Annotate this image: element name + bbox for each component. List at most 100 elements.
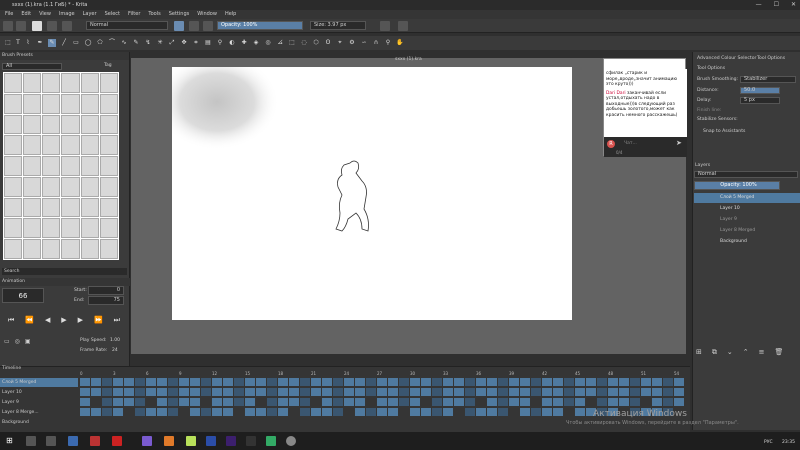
minimize-button[interactable]: — [756, 0, 762, 10]
measure-tool-icon[interactable]: ⦞ [276, 39, 284, 47]
dynamic-brush-icon[interactable]: ↯ [144, 39, 152, 47]
timeline-frame[interactable] [168, 378, 178, 386]
brush-preset-item[interactable] [99, 93, 118, 114]
reload-preset-icon[interactable] [203, 21, 213, 31]
send-icon[interactable]: ➤ [676, 139, 682, 147]
timeline-frame[interactable] [454, 378, 464, 386]
brush-preset-item[interactable] [42, 218, 61, 239]
timeline-frame[interactable] [575, 388, 585, 396]
timeline-frame[interactable] [333, 398, 343, 406]
timeline-row[interactable]: Слой 5 Merged [0, 378, 78, 387]
opacity-slider[interactable]: Opacity: 100% [217, 21, 303, 30]
gradient-icon[interactable] [47, 21, 57, 31]
tab-advanced-colour[interactable]: Advanced Colour Selector [697, 56, 756, 61]
brush-preset-item[interactable] [61, 93, 80, 114]
timeline-frame[interactable] [113, 378, 123, 386]
timeline-frame[interactable] [487, 408, 497, 416]
timeline-row[interactable]: Background [0, 418, 78, 427]
similar-select-icon[interactable]: ⚙ [348, 39, 356, 47]
app-icon[interactable] [246, 436, 256, 446]
timeline-frame[interactable] [498, 398, 508, 406]
timeline-frame[interactable] [300, 388, 310, 396]
timeline-frame[interactable] [674, 388, 684, 396]
timeline-frame[interactable] [608, 388, 618, 396]
krita-icon[interactable] [142, 436, 152, 446]
timeline-frame[interactable] [113, 388, 123, 396]
menu-layer[interactable]: Layer [83, 10, 97, 19]
fill-tool-icon[interactable]: ◈ [252, 39, 260, 47]
timeline-frame[interactable] [157, 398, 167, 406]
timeline-frame[interactable] [223, 378, 233, 386]
add-keyframe-icon[interactable]: ▭ [4, 338, 10, 345]
timeline-frame[interactable] [509, 388, 519, 396]
menu-view[interactable]: View [39, 10, 51, 19]
new-document-icon[interactable] [3, 21, 13, 31]
timeline-frame[interactable] [157, 388, 167, 396]
timeline-frame[interactable] [355, 398, 365, 406]
blend-mode-select[interactable]: Normal [86, 21, 168, 30]
layer-properties-icon[interactable]: ≡ [759, 348, 765, 357]
brush-preset-item[interactable] [4, 197, 23, 218]
document-tab[interactable]: sxxx (1).kra [395, 57, 422, 62]
open-document-icon[interactable] [16, 21, 26, 31]
rect-select-icon[interactable]: ⬚ [288, 39, 296, 47]
timeline-frame[interactable] [454, 388, 464, 396]
timeline-frame[interactable] [542, 388, 552, 396]
app-icon[interactable] [90, 436, 100, 446]
timeline-frame[interactable] [212, 378, 222, 386]
timeline-frame[interactable] [432, 378, 442, 386]
freehand-path-icon[interactable]: ✎ [132, 39, 140, 47]
preset-filter-select[interactable]: All [2, 63, 62, 70]
timeline-frame[interactable] [586, 378, 596, 386]
timeline-frame[interactable] [619, 388, 629, 396]
play-speed-value[interactable]: 1.00 [110, 338, 120, 343]
timeline-frame[interactable] [344, 398, 354, 406]
brush-preset-item[interactable] [99, 197, 118, 218]
timeline-frame[interactable] [300, 408, 310, 416]
timeline-frame[interactable] [443, 398, 453, 406]
timeline-frame[interactable] [135, 378, 145, 386]
brush-preset-item[interactable] [61, 135, 80, 156]
timeline-frame[interactable] [256, 378, 266, 386]
preset-search-input[interactable]: Search [2, 268, 127, 275]
timeline-frame[interactable] [212, 408, 222, 416]
timeline-frame[interactable] [135, 398, 145, 406]
timeline-frame[interactable] [531, 408, 541, 416]
timeline-frame[interactable] [124, 398, 134, 406]
timeline-frame[interactable] [322, 398, 332, 406]
timeline-frame[interactable] [399, 398, 409, 406]
app-icon[interactable] [206, 436, 216, 446]
timeline-frame[interactable] [630, 388, 640, 396]
timeline-frame[interactable] [476, 408, 486, 416]
timeline-frame[interactable] [619, 398, 629, 406]
timeline-frame[interactable] [388, 398, 398, 406]
timeline-frame[interactable] [542, 408, 552, 416]
brush-tool-icon[interactable]: ✎ [48, 39, 56, 47]
menu-window[interactable]: Window [197, 10, 217, 19]
timeline-frame[interactable] [311, 378, 321, 386]
timeline-frame[interactable] [366, 408, 376, 416]
menu-settings[interactable]: Settings [169, 10, 190, 19]
distance-slider[interactable]: 50.0 [740, 87, 780, 94]
brush-preset-item[interactable] [42, 156, 61, 176]
timeline-frame[interactable] [168, 398, 178, 406]
menu-file[interactable]: File [5, 10, 13, 19]
menu-select[interactable]: Select [105, 10, 120, 19]
timeline-frame[interactable] [432, 398, 442, 406]
timeline-frame[interactable] [421, 388, 431, 396]
brush-preset-item[interactable] [61, 114, 80, 135]
brush-preset-item[interactable] [80, 239, 99, 259]
timeline-frame[interactable] [652, 378, 662, 386]
timeline-frame[interactable] [344, 378, 354, 386]
timeline-frame[interactable] [465, 388, 475, 396]
rectangle-tool-icon[interactable]: ▭ [72, 39, 80, 47]
app-icon[interactable] [164, 436, 174, 446]
timeline-frame[interactable] [553, 398, 563, 406]
timeline-frame[interactable] [179, 388, 189, 396]
ellipse-tool-icon[interactable]: ◯ [84, 39, 92, 47]
timeline-frame[interactable] [201, 388, 211, 396]
contiguous-icon[interactable]: ⌇ [24, 39, 32, 47]
timeline-frame[interactable] [399, 388, 409, 396]
timeline-frame[interactable] [410, 408, 420, 416]
delete-layer-icon[interactable]: 🗑 [775, 348, 784, 357]
